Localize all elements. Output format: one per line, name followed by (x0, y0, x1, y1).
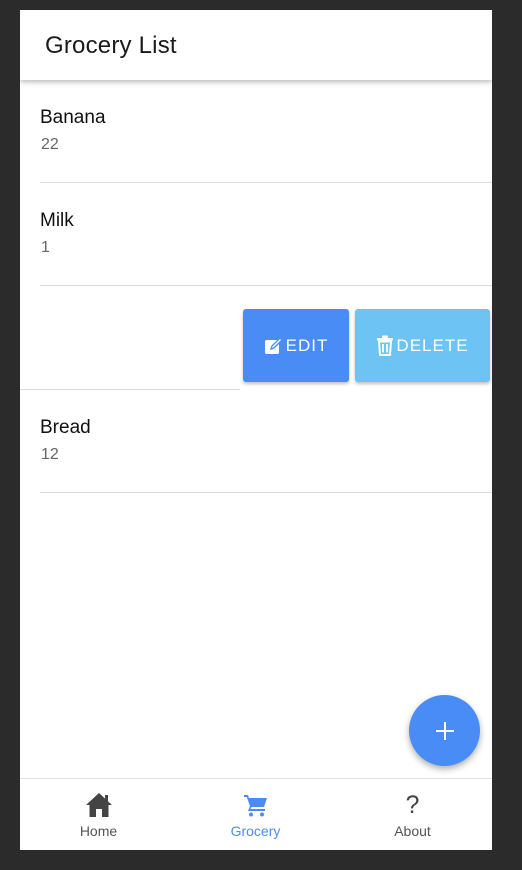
delete-button[interactable]: DELETE (355, 309, 490, 382)
page-title: Grocery List (45, 32, 177, 59)
bottom-navigation: Home Grocery ? About (20, 778, 492, 850)
list-item[interactable]: Banana 22 (40, 80, 492, 183)
item-quantity: 22 (41, 136, 59, 153)
item-name: Milk (40, 210, 74, 231)
list-item[interactable]: Milk 1 (40, 183, 492, 286)
nav-label-grocery: Grocery (230, 823, 281, 839)
cart-icon (241, 792, 271, 818)
question-icon: ? (405, 790, 420, 819)
edit-label: EDIT (285, 335, 329, 355)
nav-item-grocery[interactable]: Grocery (177, 779, 334, 850)
item-name: Bread (40, 417, 91, 438)
nav-label-about: About (394, 823, 431, 839)
item-name: Banana (40, 107, 106, 128)
nav-item-about[interactable]: ? About (334, 779, 491, 850)
nav-item-home[interactable]: Home (20, 779, 177, 850)
edit-icon (264, 336, 283, 354)
list-item[interactable]: Bread 12 (40, 390, 492, 493)
item-quantity: 1 (41, 239, 50, 256)
item-quantity: 12 (41, 446, 59, 463)
swiped-list-item[interactable]: EDIT DELETE (20, 286, 492, 390)
plus-icon (435, 721, 454, 740)
add-item-button[interactable] (409, 695, 480, 766)
nav-label-home: Home (79, 823, 118, 839)
edit-button[interactable]: EDIT (243, 309, 349, 382)
app-header: Grocery List (20, 10, 492, 80)
home-icon (84, 792, 114, 818)
trash-icon (377, 335, 394, 356)
app-screen: Grocery List Banana 22 Milk 1 EDIT DELET… (20, 10, 492, 850)
delete-label: DELETE (396, 335, 469, 355)
